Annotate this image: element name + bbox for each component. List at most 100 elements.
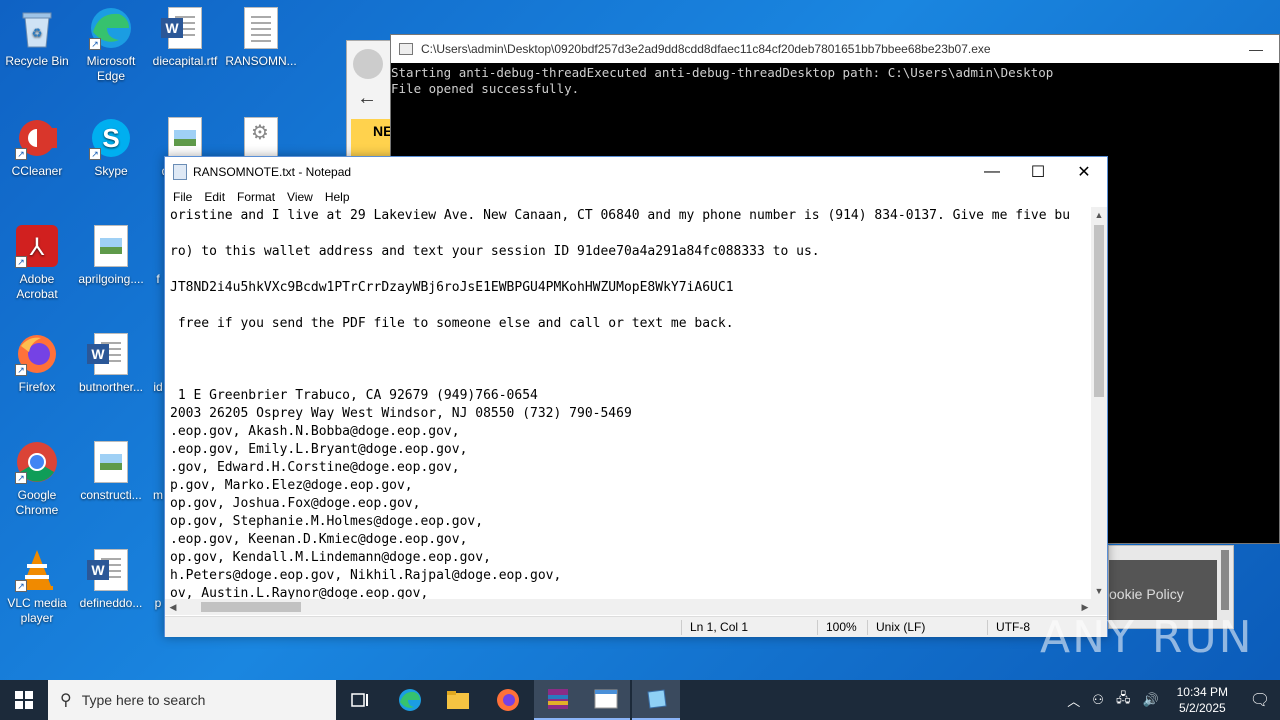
profile-avatar-icon[interactable]: [353, 49, 383, 79]
menu-file[interactable]: File: [167, 190, 198, 204]
console-app-icon: [594, 689, 618, 709]
text-line: 2003 26205 Osprey Way West Windsor, NJ 0…: [170, 406, 632, 421]
taskbar-file-explorer[interactable]: [434, 680, 482, 720]
vertical-scrollbar[interactable]: ▲ ▼: [1091, 207, 1107, 599]
text-line: op.gov, Stephanie.M.Holmes@doge.eop.gov,: [170, 514, 484, 529]
encoding: UTF-8: [987, 620, 1030, 635]
scroll-up-icon[interactable]: ▲: [1091, 207, 1107, 223]
back-arrow-icon[interactable]: ←: [357, 87, 377, 110]
text-editor[interactable]: oristine and I live at 29 Lakeview Ave. …: [165, 207, 1093, 599]
desktop-icon-microsoft-edge[interactable]: ↗ Microsoft Edge: [74, 6, 148, 84]
anyrun-watermark: ANY RUN: [1040, 612, 1254, 663]
text-line: free if you send the PDF file to someone…: [170, 316, 734, 331]
desktop-icon-label: defineddo...: [79, 596, 143, 610]
scroll-down-icon[interactable]: ▼: [1091, 583, 1107, 599]
text-line: p.gov, Marko.Elez@doge.eop.gov,: [170, 478, 413, 493]
word-doc-icon: W: [87, 332, 133, 376]
start-button[interactable]: [0, 680, 48, 720]
text-line: op.gov, Kendall.M.Lindemann@doge.eop.gov…: [170, 550, 491, 565]
taskbar-console[interactable]: [582, 680, 630, 720]
desktop-icon-label: Recycle Bin: [5, 54, 69, 68]
desktop-icon-butnorther[interactable]: W butnorther...: [74, 332, 148, 395]
notification-icon[interactable]: 🗨: [1240, 690, 1280, 710]
taskbar-search[interactable]: ⚲ Type here to search: [48, 680, 336, 720]
desktop-icon-label: Firefox: [18, 380, 56, 394]
desktop-icon-ransomnote[interactable]: RANSOMN...: [224, 6, 298, 69]
console-output: Starting anti-debug-threadExecuted anti-…: [391, 63, 1279, 97]
taskbar-notepad[interactable]: [632, 680, 680, 720]
task-view-button[interactable]: [336, 680, 384, 720]
menu-edit[interactable]: Edit: [198, 190, 231, 204]
desktop-icon-label: Adobe Acrobat: [16, 272, 58, 301]
desktop-icon-defineddo[interactable]: W defineddo...: [74, 548, 148, 611]
desktop-icon-label: id: [153, 380, 163, 394]
console-titlebar[interactable]: C:\Users\admin\Desktop\0920bdf257d3e2ad9…: [391, 35, 1279, 63]
menu-format[interactable]: Format: [231, 190, 281, 204]
notepad-titlebar[interactable]: RANSOMNOTE.txt - Notepad — ☐ ✕: [165, 157, 1107, 187]
text-line: 1 E Greenbrier Trabuco, CA 92679 (949)76…: [170, 388, 538, 403]
text-file-icon: [239, 6, 283, 50]
text-line: JT8ND2i4u5hkVXc9Bcdw1PTrCrrDzayWBj6roJsE…: [170, 280, 734, 295]
desktop-icon-vlc[interactable]: ↗ VLC media player: [0, 548, 74, 626]
maximize-button[interactable]: ☐: [1015, 157, 1061, 187]
desktop-icon-label: Microsoft Edge: [86, 54, 136, 83]
desktop-icon-recycle-bin[interactable]: ♻ Recycle Bin: [0, 6, 74, 69]
close-button[interactable]: ✕: [1061, 157, 1107, 187]
firefox-icon: [497, 689, 519, 711]
desktop-icon-diecapital[interactable]: W diecapital.rtf: [148, 6, 222, 69]
notepad-window[interactable]: RANSOMNOTE.txt - Notepad — ☐ ✕ File Edit…: [164, 156, 1108, 637]
menu-help[interactable]: Help: [319, 190, 356, 204]
image-file-icon: [163, 116, 207, 160]
text-line: .eop.gov, Keenan.D.Kmiec@doge.eop.gov,: [170, 532, 468, 547]
desktop-icon-skype[interactable]: S ↗ Skype: [74, 116, 148, 179]
scroll-thumb[interactable]: [201, 602, 301, 612]
zoom-level: 100%: [817, 620, 857, 635]
line-endings: Unix (LF): [867, 620, 925, 635]
horizontal-scrollbar[interactable]: ◀ ▶: [165, 599, 1093, 615]
chevron-up-icon[interactable]: ︿: [1061, 691, 1086, 710]
taskbar-edge[interactable]: [386, 680, 434, 720]
image-file-icon: [89, 224, 133, 268]
vlc-icon: ↗: [15, 548, 59, 592]
taskbar-firefox[interactable]: [484, 680, 532, 720]
menu-view[interactable]: View: [281, 190, 319, 204]
network-icon[interactable]: 🖧: [1110, 689, 1137, 711]
scroll-thumb[interactable]: [1094, 225, 1104, 397]
desktop-icon-constructi[interactable]: constructi...: [74, 440, 148, 503]
desktop-icon-label: constructi...: [80, 488, 142, 502]
notepad-app-icon: [173, 164, 187, 180]
status-bar: Ln 1, Col 1 100% Unix (LF) UTF-8: [165, 616, 1107, 637]
volume-icon[interactable]: 🔊: [1136, 692, 1164, 708]
recycle-bin-icon: ♻: [15, 6, 59, 50]
minimize-button[interactable]: —: [1249, 41, 1279, 57]
image-file-icon: [89, 440, 133, 484]
notepad-icon: [647, 689, 667, 709]
desktop-icon-google-chrome[interactable]: ↗ Google Chrome: [0, 440, 74, 518]
taskbar: ⚲ Type here to search ︿ ⚇ 🖧 🔊 10:34 PM 5…: [0, 680, 1280, 720]
minimize-button[interactable]: —: [969, 157, 1015, 187]
desktop-icon-label: f: [156, 272, 160, 286]
desktop-icon-label: CCleaner: [11, 164, 63, 178]
desktop-icon-adobe-acrobat[interactable]: ⅄ ↗ Adobe Acrobat: [0, 224, 74, 302]
skype-icon: S ↗: [89, 116, 133, 160]
taskbar-winrar[interactable]: [534, 680, 582, 720]
desktop-icon-aprilgoing[interactable]: aprilgoing....: [74, 224, 148, 287]
desktop-icon-label: VLC media player: [7, 596, 67, 625]
windows-logo-icon: [15, 691, 33, 709]
antivirus-icon[interactable]: ⚇: [1086, 692, 1110, 708]
cookie-policy-text[interactable]: ookie Policy: [1109, 586, 1184, 602]
desktop-icon-label: Google Chrome: [15, 488, 59, 517]
text-line: ​: [170, 333, 1093, 351]
svg-text:♻: ♻: [32, 26, 43, 40]
text-line: .gov, Edward.H.Corstine@doge.eop.gov,: [170, 460, 460, 475]
scroll-left-icon[interactable]: ◀: [165, 599, 181, 615]
text-line: ​: [170, 297, 1093, 315]
desktop-icon-firefox[interactable]: ↗ Firefox: [0, 332, 74, 395]
desktop-icon-ccleaner[interactable]: ↗ CCleaner: [0, 116, 74, 179]
edge-icon: ↗: [89, 6, 133, 50]
text-line: h.Peters@doge.eop.gov, Nikhil.Rajpal@dog…: [170, 568, 562, 583]
desktop-icon-label: p: [154, 596, 162, 610]
text-line: op.gov, Joshua.Fox@doge.eop.gov,: [170, 496, 421, 511]
clock[interactable]: 10:34 PM 5/2/2025: [1165, 684, 1240, 716]
cookie-scrollbar[interactable]: [1221, 550, 1229, 610]
